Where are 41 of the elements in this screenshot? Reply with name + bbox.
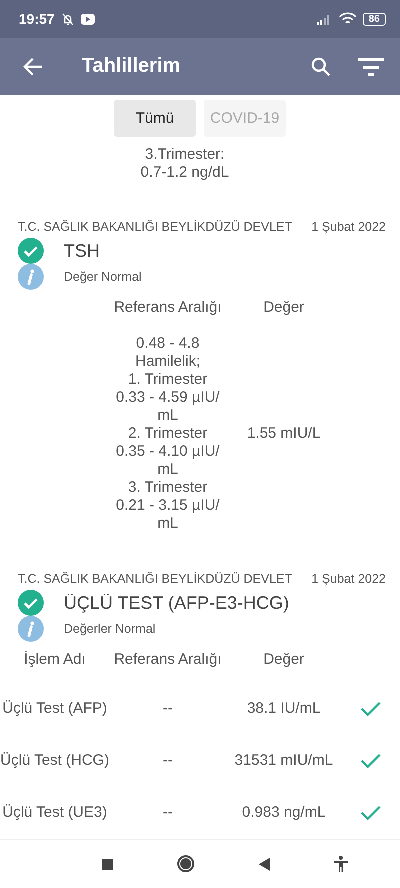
square-icon xyxy=(102,858,113,870)
screen-title: Tahlillerim xyxy=(82,55,182,78)
result-value: 0.983 ng/mL xyxy=(242,804,326,822)
column-header: Referans Aralığı xyxy=(113,298,223,318)
status-text: Değer Normal xyxy=(64,270,142,284)
filter-tab[interactable]: Tümü xyxy=(114,100,196,137)
test-title: ÜÇLÜ TEST (AFP-E3-HCG) xyxy=(64,592,290,614)
test-name: Üçlü Test (HCG) xyxy=(0,752,110,770)
back-arrow-icon xyxy=(22,56,44,78)
column-header: İşlem Adı xyxy=(23,650,87,670)
result-value: 38.1 IU/mL xyxy=(247,700,321,718)
battery-level: 86 xyxy=(362,12,386,26)
info-icon xyxy=(18,264,44,290)
result-value: 31531 mIU/mL xyxy=(234,752,334,770)
result-date: 1 Şubat 2022 xyxy=(312,220,386,234)
video-app-icon xyxy=(80,14,95,24)
result-date: 1 Şubat 2022 xyxy=(312,572,386,586)
ring-icon xyxy=(177,855,195,873)
filter-icon xyxy=(358,56,384,76)
reference-range: 3.Trimester: 0.7-1.2 ng/dL xyxy=(140,146,230,183)
status-text: Değerler Normal xyxy=(64,622,156,636)
muted-bell-icon xyxy=(60,12,75,26)
institution-name: T.C. SAĞLIK BAKANLIĞI BEYLİKDÜZÜ DEVLET xyxy=(18,572,292,586)
reference-range: -- xyxy=(163,804,173,822)
test-name: Üçlü Test (UE3) xyxy=(2,804,108,822)
reference-range: -- xyxy=(163,752,173,770)
reference-range: -- xyxy=(163,700,173,718)
result-value: 1.55 mIU/L xyxy=(247,425,321,443)
clock-time: 19:57 xyxy=(19,11,55,27)
test-title: TSH xyxy=(64,240,100,262)
column-header: Değer xyxy=(262,650,306,670)
info-icon xyxy=(18,616,44,642)
test-name: Üçlü Test (AFP) xyxy=(2,700,108,718)
institution-name: T.C. SAĞLIK BAKANLIĞI BEYLİKDÜZÜ DEVLET xyxy=(18,220,292,234)
reference-range: 0.48 - 4.8 Hamilelik; 1. Trimester 0.33 - 4.59 µIU/ mL 2. Trimester 0.35 - 4.10 µIU/ mL 3. Trimester 0.21 - 3.15 µIU/ mL xyxy=(116,335,220,533)
wifi-icon xyxy=(338,12,357,26)
triangle-icon xyxy=(259,858,270,870)
column-header: Referans Aralığı xyxy=(113,650,223,670)
column-header: Değer xyxy=(262,298,306,318)
person-icon xyxy=(334,856,348,872)
search-icon xyxy=(310,56,332,78)
